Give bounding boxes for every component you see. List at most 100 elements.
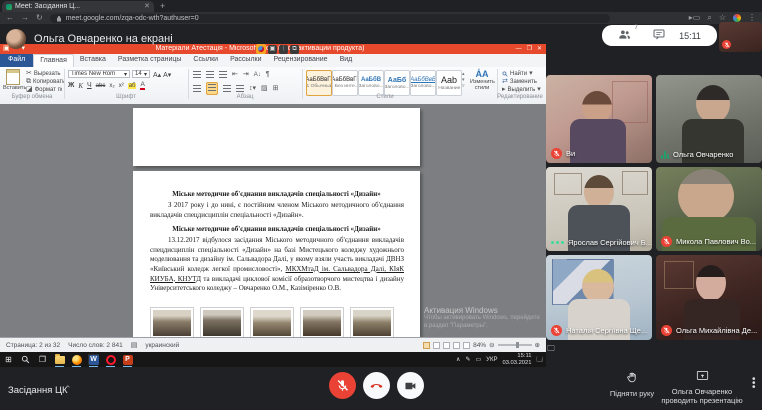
grow-shrink-font[interactable]: А▴ А▾ bbox=[153, 71, 171, 79]
language-indicator[interactable]: украинский bbox=[145, 342, 179, 349]
meeting-details-caret-icon[interactable]: ⌃ bbox=[64, 384, 72, 395]
doc-photo[interactable] bbox=[250, 307, 294, 339]
mic-overlay-icon[interactable]: ᛁ bbox=[279, 45, 288, 54]
zoom-level[interactable]: 84% bbox=[473, 342, 486, 349]
tray-network-icon[interactable]: ▭ bbox=[475, 356, 481, 363]
file-explorer-icon[interactable] bbox=[54, 354, 65, 365]
tray-clock[interactable]: 15:1103.03.2021 bbox=[502, 353, 531, 366]
numbered-list-icon[interactable] bbox=[206, 71, 214, 78]
tabs-overlay-icon[interactable]: ⧉ bbox=[290, 45, 299, 54]
presenting-status[interactable]: Ольга Овчаренкопроводить презентацію bbox=[650, 369, 754, 405]
style-title[interactable]: AabНазвание bbox=[436, 70, 462, 96]
firefox-taskbar-icon[interactable] bbox=[71, 354, 82, 365]
select-button[interactable]: ▸Выделить▾ bbox=[502, 86, 541, 93]
subscript-button[interactable]: x₂ bbox=[109, 83, 114, 89]
superscript-button[interactable]: x² bbox=[119, 83, 124, 89]
restore-button[interactable]: ❐ bbox=[527, 44, 532, 54]
video-tile-olga-m[interactable]: Ольга Михайлівна Де... bbox=[656, 255, 762, 340]
proofing-icon[interactable]: ▤ bbox=[131, 341, 138, 349]
doc-photo[interactable] bbox=[350, 307, 394, 339]
bullet-list-icon[interactable] bbox=[193, 71, 201, 78]
document-canvas[interactable]: Міське методичне об'єднання викладачів с… bbox=[0, 104, 546, 337]
outline-view-button[interactable] bbox=[453, 342, 460, 349]
format-painter-button[interactable]: ◪Формат по образцу bbox=[26, 86, 62, 93]
align-left-icon[interactable] bbox=[193, 85, 201, 92]
tab-view[interactable]: Вид bbox=[334, 54, 359, 67]
minimize-button[interactable]: — bbox=[516, 44, 522, 54]
font-color-button[interactable]: А bbox=[140, 81, 144, 90]
chat-button[interactable] bbox=[653, 27, 665, 45]
print-layout-view-button[interactable] bbox=[423, 342, 430, 349]
tab-review[interactable]: Рецензирование bbox=[268, 54, 334, 67]
participants-button[interactable]: 7 bbox=[618, 27, 639, 45]
styles-scroll[interactable]: ▴▾▿ bbox=[462, 71, 465, 89]
bookmark-star-icon[interactable]: ☆ bbox=[719, 14, 726, 22]
more-options-icon[interactable]: ••• bbox=[752, 378, 756, 390]
zoom-slider[interactable] bbox=[498, 344, 532, 346]
doc-photo[interactable] bbox=[300, 307, 344, 339]
zoom-icon[interactable]: ⌕ bbox=[707, 14, 711, 22]
change-styles-button[interactable]: А́А Изменить стили bbox=[470, 69, 494, 91]
meeting-name[interactable]: Засідання ЦК bbox=[8, 385, 68, 396]
style-heading3[interactable]: АаБбВвВЗаголово... bbox=[410, 70, 436, 96]
video-tile-extra[interactable] bbox=[719, 22, 762, 52]
underline-button[interactable]: Ч bbox=[87, 82, 92, 89]
browser-tab[interactable]: Meet: Засідання Ц... ✕ bbox=[2, 1, 154, 12]
tab-mailings[interactable]: Рассылки bbox=[224, 54, 267, 67]
opera-taskbar-icon[interactable] bbox=[105, 354, 116, 365]
doc-photo[interactable] bbox=[200, 307, 244, 339]
camera-toggle-button[interactable] bbox=[397, 372, 424, 399]
style-heading1[interactable]: АаБбВЗаголово... bbox=[358, 70, 384, 96]
new-tab-button[interactable]: + bbox=[160, 2, 165, 11]
tray-language[interactable]: УКР bbox=[486, 357, 497, 363]
video-tile-mykola[interactable]: Микола Павлович Во... bbox=[656, 167, 762, 251]
video-tile-natalia[interactable]: Наталія Сергіївна Ще... bbox=[546, 255, 652, 340]
highlight-color-button[interactable]: аб bbox=[128, 83, 137, 89]
tab-file[interactable]: Файл bbox=[0, 54, 33, 67]
zoom-out-icon[interactable]: ⊖ bbox=[489, 341, 494, 349]
web-view-button[interactable] bbox=[443, 342, 450, 349]
powerpoint-taskbar-icon[interactable]: P bbox=[122, 354, 133, 365]
page-indicator[interactable]: Страница: 2 из 32 bbox=[6, 342, 60, 349]
leave-call-button[interactable] bbox=[363, 372, 390, 399]
fullscreen-view-button[interactable] bbox=[433, 342, 440, 349]
line-spacing-icon[interactable]: ↕▾ bbox=[249, 85, 256, 92]
tab-home[interactable]: Главная bbox=[33, 54, 74, 67]
tab-close-icon[interactable]: ✕ bbox=[144, 3, 150, 10]
mic-toggle-button[interactable] bbox=[329, 372, 356, 399]
video-tile-yaroslav[interactable]: Ярослав Сергійович Б... bbox=[546, 167, 652, 251]
decrease-indent-icon[interactable]: ⇤ bbox=[232, 71, 238, 78]
style-normal[interactable]: АаБбВвГг1 Обычный bbox=[306, 70, 332, 96]
task-view-icon[interactable]: ❐ bbox=[37, 354, 48, 365]
close-button[interactable]: ✕ bbox=[537, 44, 542, 54]
word-taskbar-icon[interactable]: W bbox=[88, 354, 99, 365]
cut-button[interactable]: ✂Вырезать bbox=[26, 70, 61, 77]
draft-view-button[interactable] bbox=[463, 342, 470, 349]
cast-icon[interactable]: ▸▭ bbox=[689, 14, 701, 22]
start-button[interactable]: ⊞ bbox=[3, 354, 14, 365]
tab-references[interactable]: Ссылки bbox=[187, 54, 224, 67]
back-icon[interactable]: ← bbox=[6, 14, 14, 22]
word-count[interactable]: Число слов: 2 841 bbox=[68, 342, 123, 349]
reload-icon[interactable]: ↻ bbox=[36, 14, 43, 22]
tab-insert[interactable]: Вставка bbox=[74, 54, 112, 67]
font-name-select[interactable]: Times New Rom▾ bbox=[68, 70, 130, 78]
action-center-icon[interactable]: 🗔 bbox=[536, 355, 543, 365]
find-button[interactable]: Найти▾ bbox=[502, 70, 533, 77]
zoom-in-icon[interactable]: ⊕ bbox=[535, 341, 540, 349]
shading-icon[interactable]: ▨ bbox=[261, 85, 268, 92]
strikethrough-button[interactable]: abc bbox=[96, 83, 106, 89]
increase-indent-icon[interactable]: ⇥ bbox=[243, 71, 249, 78]
camera-overlay-icon[interactable]: ▣ bbox=[268, 45, 277, 54]
tray-expand-icon[interactable]: ∧ bbox=[456, 356, 460, 363]
style-heading2[interactable]: АаБбЗаголово... bbox=[384, 70, 410, 96]
borders-icon[interactable]: ⊞ bbox=[273, 85, 279, 92]
doc-photo[interactable] bbox=[150, 307, 194, 339]
profile-avatar[interactable] bbox=[733, 14, 741, 22]
url-bar[interactable]: meet.google.com/zqa-odc-wth?authuser=0 bbox=[50, 14, 610, 23]
firefox-icon[interactable] bbox=[256, 44, 266, 54]
paste-button[interactable]: Вставить bbox=[3, 69, 23, 93]
document-page-2[interactable]: Міське методичне об'єднання викладачів с… bbox=[133, 171, 420, 337]
replace-button[interactable]: ⇄Заменить bbox=[502, 78, 537, 85]
taskbar-search-icon[interactable] bbox=[20, 354, 31, 365]
